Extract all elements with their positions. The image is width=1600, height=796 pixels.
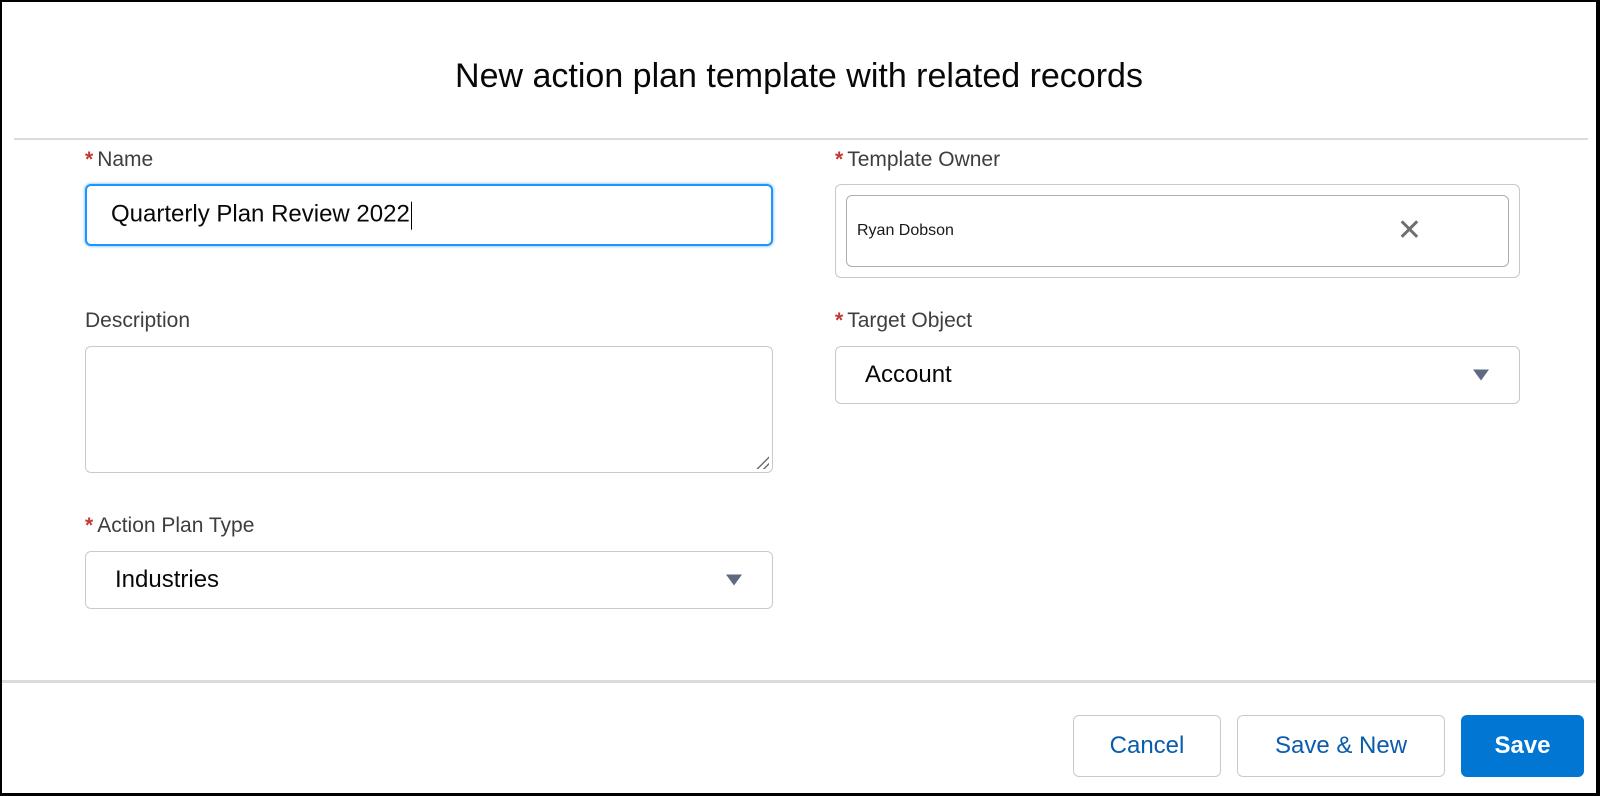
text-cursor (410, 201, 412, 230)
save-and-new-button-label: Save & New (1274, 732, 1408, 759)
cancel-button[interactable]: Cancel (1073, 715, 1221, 777)
action-plan-type-label: * Action Plan Type (85, 514, 254, 538)
modal-dialog: New action plan template with related re… (2, 2, 1596, 793)
clear-selection-icon[interactable]: ✕ (1397, 216, 1422, 246)
description-label: Description (85, 309, 191, 332)
required-marker: * (85, 514, 94, 537)
save-button-label: Save (1494, 732, 1551, 759)
save-button[interactable]: Save (1461, 715, 1584, 777)
name-input[interactable]: Quarterly Plan Review 2022 (85, 184, 773, 246)
description-textarea[interactable] (85, 346, 773, 473)
footer-divider (2, 680, 1596, 683)
name-label: * Name (85, 148, 153, 172)
required-marker: * (835, 148, 844, 171)
target-object-value: Account (865, 361, 952, 388)
header-divider (14, 138, 1588, 140)
template-owner-label: * Template Owner (835, 148, 1000, 172)
action-plan-type-value: Industries (115, 566, 220, 593)
chevron-down-icon (1473, 369, 1489, 381)
template-owner-label-text: Template Owner (847, 148, 1001, 171)
required-marker: * (835, 309, 844, 332)
name-input-value: Quarterly Plan Review 2022 (111, 201, 412, 230)
resize-handle-icon[interactable] (755, 455, 769, 469)
action-plan-type-label-text: Action Plan Type (97, 514, 255, 537)
cancel-button-label: Cancel (1109, 732, 1185, 759)
template-owner-value: Ryan Dobson (857, 222, 954, 239)
template-owner-pill[interactable]: Ryan Dobson ✕ (846, 195, 1509, 267)
name-value-text: Quarterly Plan Review 2022 (111, 200, 410, 228)
target-object-select[interactable]: Account (835, 346, 1520, 404)
required-marker: * (85, 148, 94, 171)
target-object-label: * Target Object (835, 309, 972, 333)
name-label-text: Name (97, 148, 154, 171)
template-owner-lookup: Ryan Dobson ✕ (835, 184, 1520, 278)
save-and-new-button[interactable]: Save & New (1237, 715, 1445, 777)
action-plan-type-select[interactable]: Industries (85, 551, 773, 609)
modal-title: New action plan template with related re… (455, 57, 1143, 95)
chevron-down-icon (726, 574, 742, 586)
target-object-label-text: Target Object (847, 309, 973, 332)
